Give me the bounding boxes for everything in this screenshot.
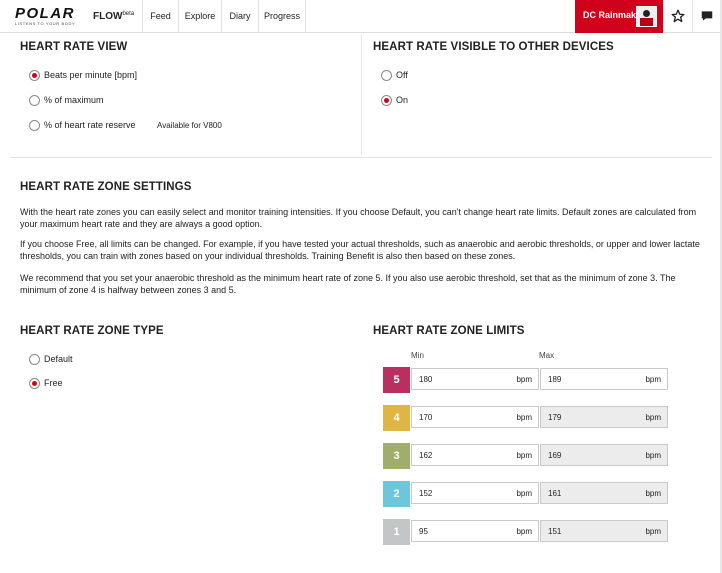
nav-diary[interactable]: Diary — [221, 0, 258, 33]
radio-dot[interactable] — [29, 354, 40, 365]
zone-2-min-field[interactable]: 152 bpm — [411, 482, 539, 504]
zone-settings-paragraph-3: We recommend that you set your anaerobic… — [20, 273, 676, 295]
zone-settings-paragraph-1: With the heart rate zones you can easily… — [20, 207, 697, 229]
logo-tagline: LISTENS TO YOUR BODY — [15, 21, 76, 26]
zone-limits-title: HEART RATE ZONE LIMITS — [373, 325, 525, 337]
nav-feed[interactable]: Feed — [142, 0, 178, 33]
unit-label: bpm — [516, 413, 532, 422]
zone-type-title: HEART RATE ZONE TYPE — [20, 325, 164, 337]
radio-dot[interactable] — [381, 95, 392, 106]
zone-2-max-field: 161 bpm — [540, 482, 668, 504]
heart-rate-view-title: HEART RATE VIEW — [20, 41, 128, 53]
nav-explore[interactable]: Explore — [178, 0, 221, 33]
unit-label: bpm — [645, 527, 661, 536]
user-menu-button[interactable]: DC Rainmaker — [575, 0, 663, 33]
unit-label: bpm — [516, 527, 532, 536]
app-badge: beta — [122, 11, 135, 17]
zone-1-min-field[interactable]: 95 bpm — [411, 520, 539, 542]
zone-3-max-field: 169 bpm — [540, 444, 668, 466]
zone-2-max-value: 161 — [548, 489, 562, 498]
zone-1-min-value: 95 — [419, 527, 428, 536]
radio-label: Off — [396, 70, 408, 80]
zone-settings-paragraph-2: If you choose Free, all limits can be ch… — [20, 239, 700, 261]
app-name-text: FLOW — [93, 11, 123, 22]
radio-label: Default — [44, 354, 73, 364]
zone-3-badge: 3 — [383, 443, 410, 469]
logo-wordmark: POLAR — [15, 5, 75, 22]
radio-dot[interactable] — [29, 378, 40, 389]
zone-5-min-field[interactable]: 180 bpm — [411, 368, 539, 390]
zone-3-min-value: 162 — [419, 451, 433, 460]
unit-label: bpm — [516, 489, 532, 498]
unit-label: bpm — [645, 375, 661, 384]
avatar — [636, 6, 657, 27]
section-divider — [10, 157, 712, 158]
radio-dot[interactable] — [29, 95, 40, 106]
visibility-title: HEART RATE VISIBLE TO OTHER DEVICES — [373, 41, 614, 53]
star-icon — [671, 9, 685, 23]
app-name: FLOWbeta — [93, 11, 134, 22]
messages-button[interactable] — [692, 0, 721, 33]
zone-3-max-value: 169 — [548, 451, 562, 460]
polar-logo[interactable]: POLAR LISTENS TO YOUR BODY — [15, 5, 85, 26]
radio-dot[interactable] — [29, 120, 40, 131]
unit-label: bpm — [516, 451, 532, 460]
min-column-label: Min — [411, 351, 424, 360]
top-nav: POLAR LISTENS TO YOUR BODY FLOWbeta Feed… — [0, 0, 722, 33]
unit-label: bpm — [645, 489, 661, 498]
radio-dot[interactable] — [381, 70, 392, 81]
radio-label: On — [396, 95, 409, 105]
zone-4-max-value: 179 — [548, 413, 562, 422]
zone-5-max-value: 189 — [548, 375, 562, 384]
zone-1-max-value: 151 — [548, 527, 562, 536]
unit-label: bpm — [645, 451, 661, 460]
unit-label: bpm — [516, 375, 532, 384]
zone-2-badge: 2 — [383, 481, 410, 507]
radio-label: Beats per minute [bpm] — [44, 70, 138, 80]
radio-label: Free — [44, 378, 63, 388]
zone-1-max-field: 151 bpm — [540, 520, 668, 542]
radio-label: % of maximum — [44, 95, 104, 105]
zone-2-min-value: 152 — [419, 489, 433, 498]
zone-5-min-value: 180 — [419, 375, 433, 384]
zone-1-badge: 1 — [383, 519, 410, 545]
chat-bubble-icon — [701, 11, 713, 21]
zone-5-badge: 5 — [383, 367, 410, 393]
zone-settings-title: HEART RATE ZONE SETTINGS — [20, 181, 192, 193]
column-divider — [361, 34, 362, 155]
max-column-label: Max — [539, 351, 555, 360]
zone-4-min-field[interactable]: 170 bpm — [411, 406, 539, 428]
zone-4-badge: 4 — [383, 405, 410, 431]
zone-4-min-value: 170 — [419, 413, 433, 422]
unit-label: bpm — [645, 413, 661, 422]
nav-progress[interactable]: Progress — [258, 0, 306, 33]
zone-5-max-field[interactable]: 189 bpm — [540, 368, 668, 390]
zone-3-min-field[interactable]: 162 bpm — [411, 444, 539, 466]
radio-label: % of heart rate reserve — [44, 120, 136, 130]
v800-note: Available for V800 — [157, 121, 222, 130]
favorites-button[interactable] — [663, 0, 692, 33]
zone-4-max-field: 179 bpm — [540, 406, 668, 428]
radio-dot[interactable] — [29, 70, 40, 81]
